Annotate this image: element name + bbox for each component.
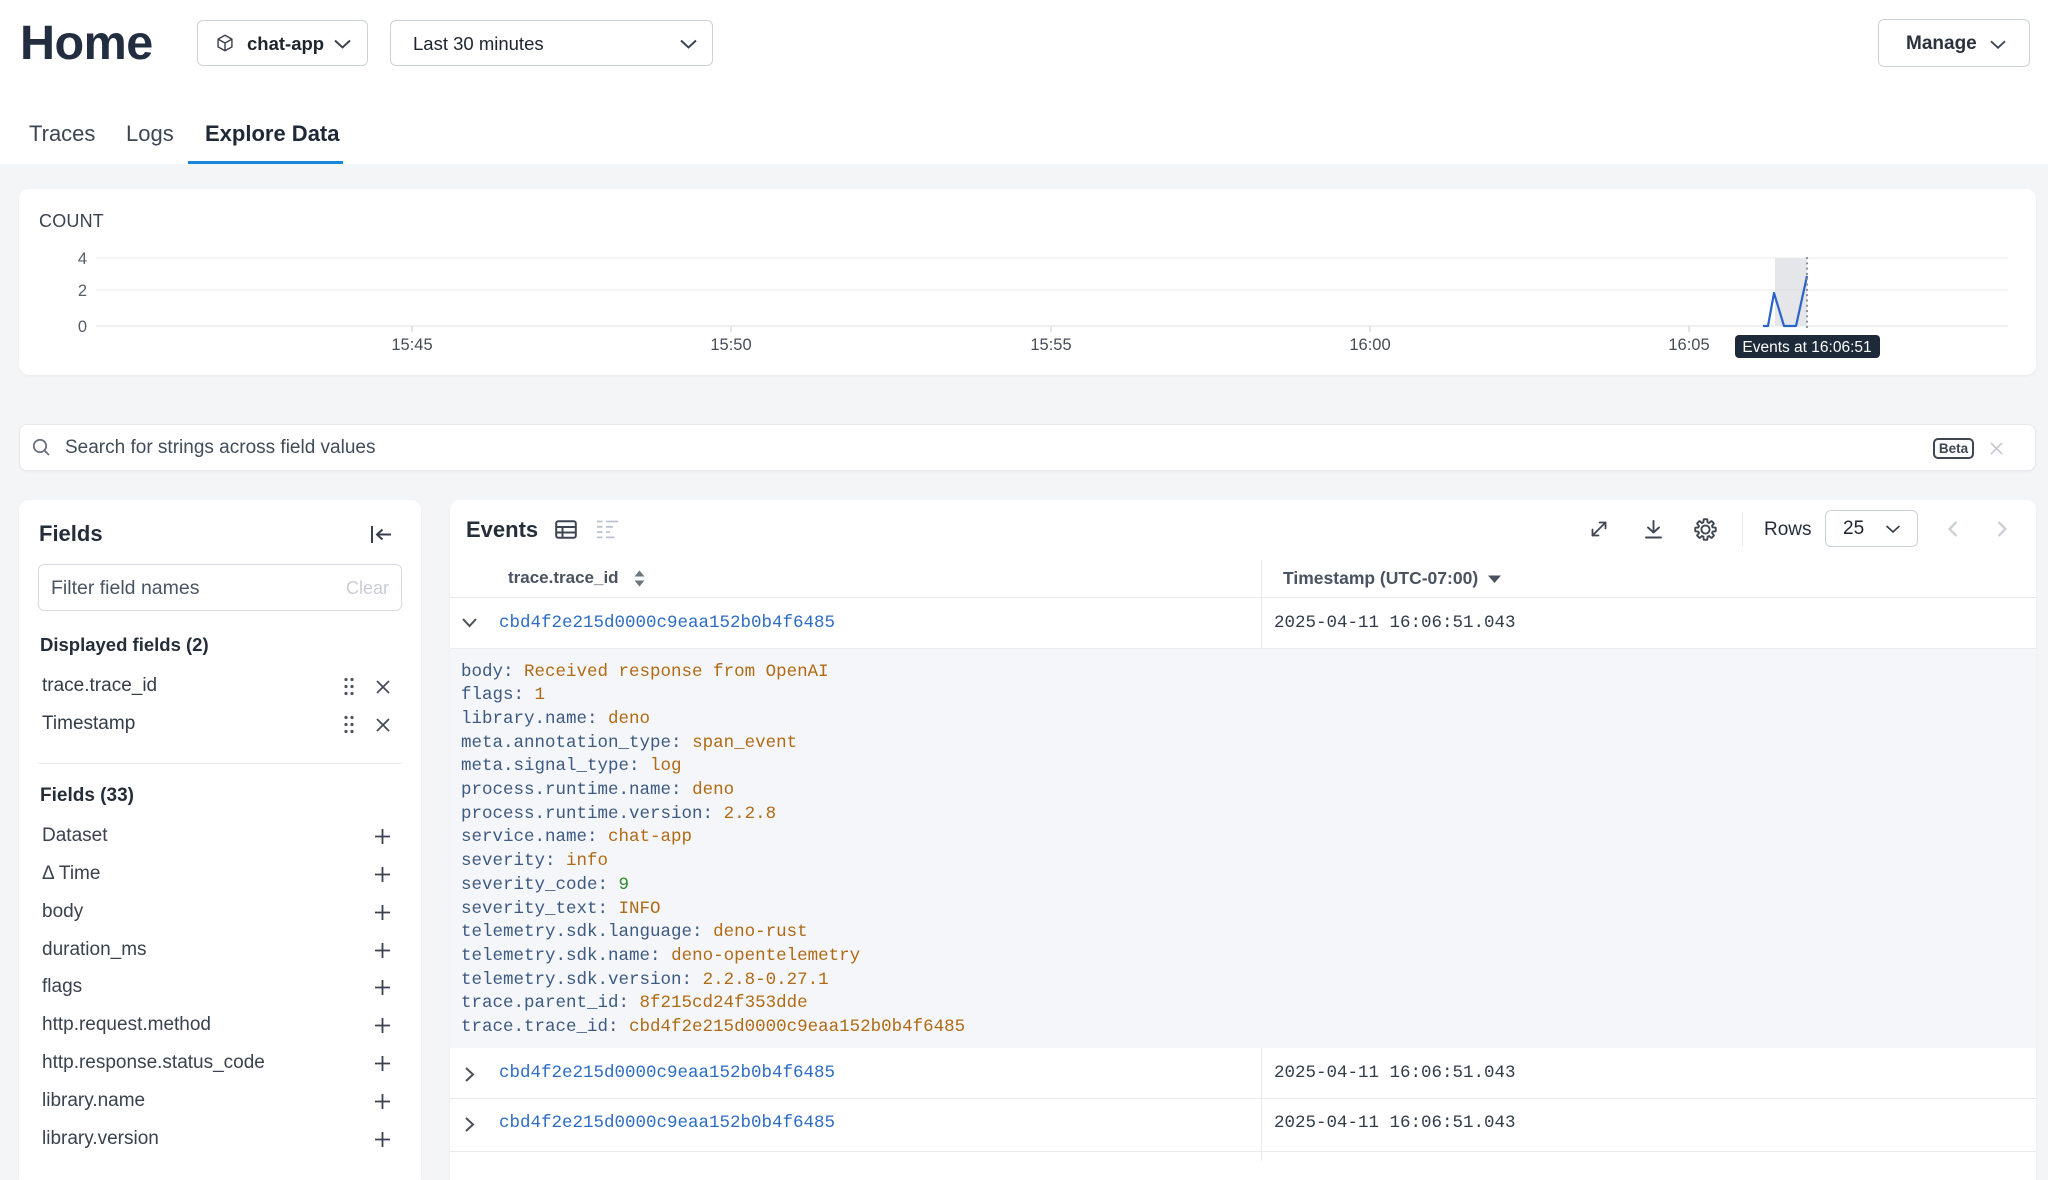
svg-text:2: 2 (78, 282, 87, 300)
svg-text:Events at 16:06:51: Events at 16:06:51 (1742, 339, 1871, 356)
svg-text:16:05: 16:05 (1668, 336, 1709, 354)
svg-text:0: 0 (78, 318, 87, 336)
svg-text:4: 4 (78, 250, 87, 268)
svg-text:16:00: 16:00 (1349, 336, 1390, 354)
svg-text:15:45: 15:45 (391, 336, 432, 354)
svg-text:15:50: 15:50 (710, 336, 751, 354)
svg-text:15:55: 15:55 (1030, 336, 1071, 354)
